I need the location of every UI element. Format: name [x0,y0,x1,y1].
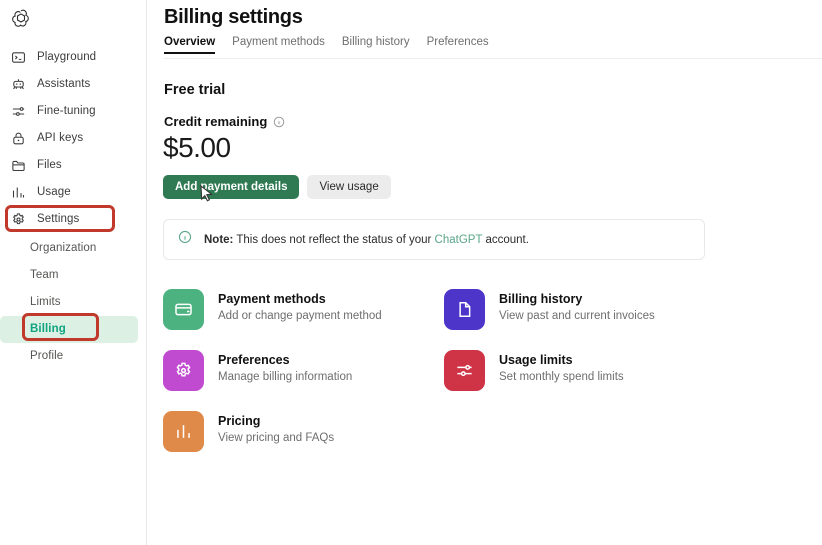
terminal-icon [10,50,26,66]
tab-overview[interactable]: Overview [164,36,216,54]
sidebar-item-label: Usage [37,185,71,198]
view-usage-button[interactable]: View usage [307,175,391,199]
sidebar-nav: Playground Assistants Fine-tuning API ke… [0,44,147,370]
sidebar-item-label: API keys [37,131,84,144]
sidebar-item-playground[interactable]: Playground [0,44,147,71]
sidebar-item-label: Files [37,158,62,171]
card-body: Preferences Manage billing information [218,350,352,383]
bar-chart-icon [10,185,26,201]
sidebar-item-usage[interactable]: Usage [0,179,147,206]
gear-icon [10,212,26,228]
info-icon[interactable] [273,116,285,128]
sidebar-subitem-label: Profile [30,349,64,362]
note-text-before-link: This does not reflect the status of your [233,233,435,246]
credit-card-icon [163,289,204,330]
credit-amount: $5.00 [163,132,231,163]
sidebar-item-assistants[interactable]: Assistants [0,71,147,98]
card-title: Usage limits [499,353,573,367]
plan-title: Free trial [164,82,226,98]
sidebar-item-fine-tuning[interactable]: Fine-tuning [0,98,147,125]
card-title: Payment methods [218,292,326,306]
card-body: Pricing View pricing and FAQs [218,411,334,444]
chatgpt-link[interactable]: ChatGPT [435,234,483,246]
sidebar-subitem-label: Limits [30,295,61,308]
sidebar-item-organization[interactable]: Organization [0,235,138,262]
card-title: Pricing [218,414,261,428]
sidebar-subnav: Organization Team Limits Billing Profile [0,235,147,370]
sliders-icon [10,104,26,120]
card-body: Payment methods Add or change payment me… [218,289,382,322]
card-subtitle: View past and current invoices [499,310,655,322]
sidebar: Playground Assistants Fine-tuning API ke… [0,0,147,545]
card-subtitle: Manage billing information [218,371,353,383]
folder-icon [10,158,26,174]
card-subtitle: Add or change payment method [218,310,382,322]
note-text-after-link: account. [482,233,529,246]
sidebar-subitem-label: Organization [30,241,97,254]
gear-icon [163,350,204,391]
sidebar-item-billing[interactable]: Billing [0,316,138,343]
card-payment-methods[interactable]: Payment methods Add or change payment me… [163,289,444,330]
credit-remaining-label: Credit remaining [164,114,268,129]
sidebar-item-label: Settings [37,212,80,225]
tab-payment-methods[interactable]: Payment methods [232,36,325,54]
sidebar-subitem-label: Team [30,268,59,281]
sidebar-item-label: Playground [37,50,97,63]
sidebar-item-team[interactable]: Team [0,262,138,289]
main-content: Billing settings Overview Payment method… [147,0,822,545]
mouse-cursor [200,184,214,203]
sidebar-item-files[interactable]: Files [0,152,147,179]
sidebar-item-limits[interactable]: Limits [0,289,138,316]
robot-icon [10,77,26,93]
note-banner: Note: This does not reflect the status o… [163,219,705,260]
card-subtitle: Set monthly spend limits [499,371,624,383]
billing-settings-page: Playground Assistants Fine-tuning API ke… [0,0,822,545]
page-title: Billing settings [164,6,303,28]
card-subtitle: View pricing and FAQs [218,432,335,444]
card-preferences[interactable]: Preferences Manage billing information [163,350,444,391]
card-usage-limits[interactable]: Usage limits Set monthly spend limits [444,350,725,391]
sidebar-item-label: Assistants [37,77,91,90]
sliders-icon [444,350,485,391]
tab-preferences[interactable]: Preferences [427,36,489,54]
tab-billing-history[interactable]: Billing history [342,36,410,54]
bar-chart-icon [163,411,204,452]
sidebar-item-profile[interactable]: Profile [0,343,138,370]
info-circle-icon [178,230,192,249]
credit-remaining-row: Credit remaining [164,114,285,129]
card-body: Billing history View past and current in… [499,289,655,322]
note-text: Note: This does not reflect the status o… [204,234,529,246]
card-body: Usage limits Set monthly spend limits [499,350,624,383]
sidebar-subitem-label: Billing [30,322,66,335]
lock-icon [10,131,26,147]
document-icon [444,289,485,330]
tab-bar: Overview Payment methods Billing history… [164,36,489,54]
sidebar-item-settings[interactable]: Settings [0,206,147,233]
add-payment-details-button[interactable]: Add payment details [163,175,300,199]
billing-card-grid: Payment methods Add or change payment me… [163,289,723,452]
tab-bar-divider [164,58,822,59]
card-title: Billing history [499,292,583,306]
openai-logo[interactable] [10,8,32,30]
sidebar-item-api-keys[interactable]: API keys [0,125,147,152]
card-pricing[interactable]: Pricing View pricing and FAQs [163,411,444,452]
sidebar-item-label: Fine-tuning [37,104,96,117]
card-title: Preferences [218,353,290,367]
billing-action-buttons: Add payment details View usage [163,175,391,199]
note-bold-prefix: Note: [204,233,234,246]
card-billing-history[interactable]: Billing history View past and current in… [444,289,725,330]
